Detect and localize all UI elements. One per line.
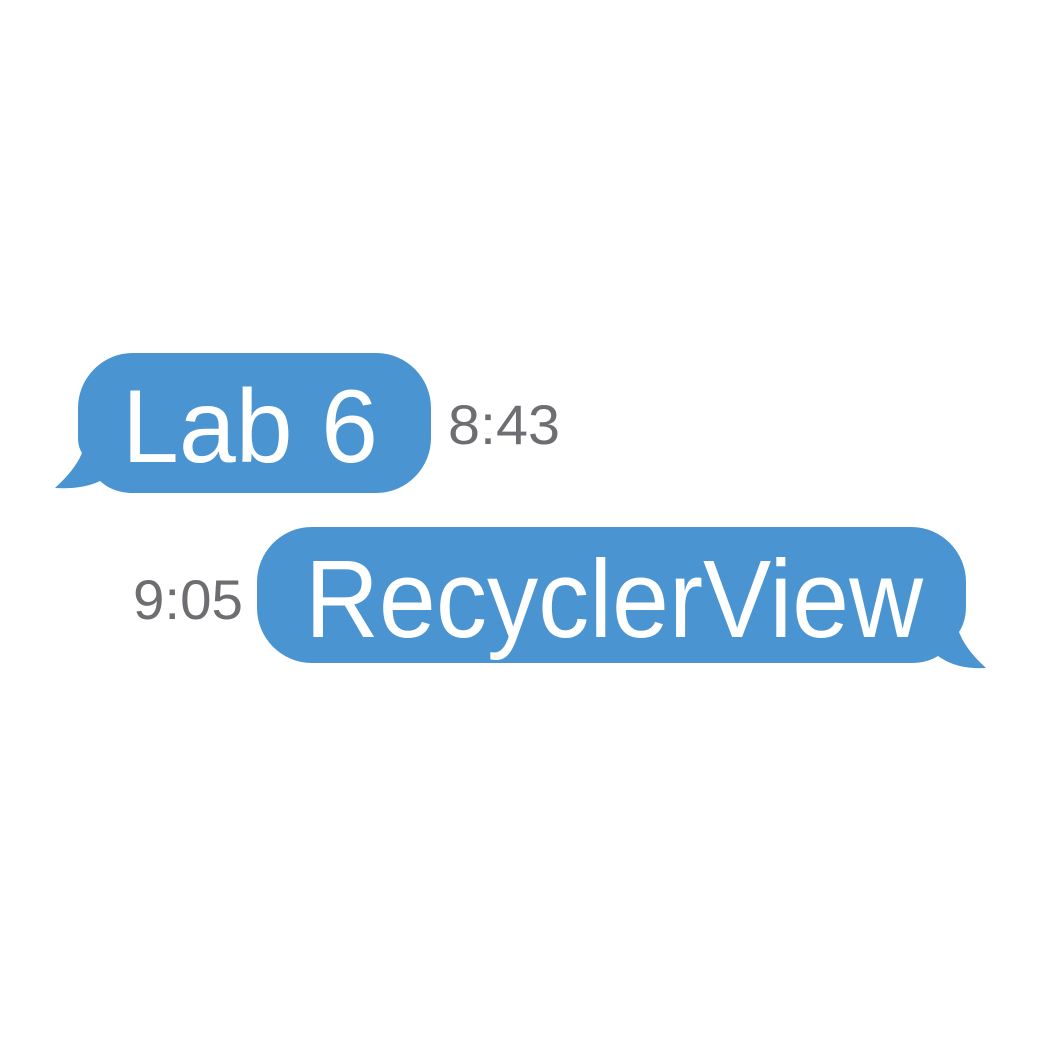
chat-thread: Lab 6 8:43 9:05 RecyclerView (55, 353, 986, 669)
message-text: RecyclerView (305, 538, 924, 661)
message-timestamp: 9:05 (133, 568, 243, 631)
message-bubble-incoming[interactable]: Lab 6 (55, 353, 431, 493)
message-bubble-outgoing[interactable]: RecyclerView (257, 527, 986, 669)
message-text: Lab 6 (122, 369, 378, 485)
message-timestamp: 8:43 (448, 393, 560, 456)
